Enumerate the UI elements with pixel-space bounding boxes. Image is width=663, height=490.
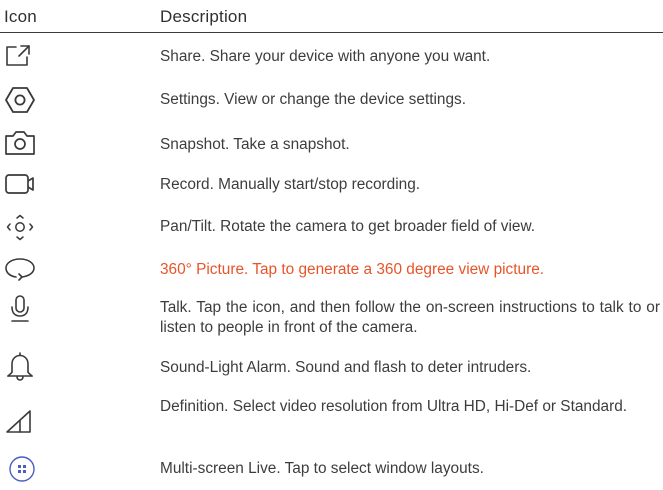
pan-tilt-icon (2, 210, 38, 242)
row-description: Definition. Select video resolution from… (160, 398, 628, 415)
video-record-icon (2, 168, 38, 200)
panorama-360-icon (2, 253, 38, 285)
row-description: Talk. Tap the icon, and then follow the … (160, 299, 660, 336)
row-description-highlighted: 360° Picture. Tap to generate a 360 degr… (160, 261, 545, 278)
row-description: Snapshot. Take a snapshot. (160, 136, 350, 153)
row-description: Multi-screen Live. Tap to select window … (160, 460, 484, 477)
settings-icon (2, 84, 38, 116)
microphone-icon (2, 293, 38, 325)
camera-icon (2, 127, 38, 159)
definition-icon (2, 405, 38, 437)
table-header: Icon Description (0, 0, 663, 33)
description-column-header: Description (160, 7, 248, 26)
row-description: Settings. View or change the device sett… (160, 91, 467, 108)
row-description: Sound-Light Alarm. Sound and flash to de… (160, 359, 532, 376)
multi-screen-icon (2, 452, 38, 484)
row-description: Pan/Tilt. Rotate the camera to get broad… (160, 218, 535, 235)
row-description: Record. Manually start/stop recording. (160, 176, 421, 193)
row-description: Share. Share your device with anyone you… (160, 48, 491, 65)
bell-icon (2, 350, 38, 382)
icon-column-header: Icon (4, 7, 37, 26)
share-icon (2, 41, 38, 73)
